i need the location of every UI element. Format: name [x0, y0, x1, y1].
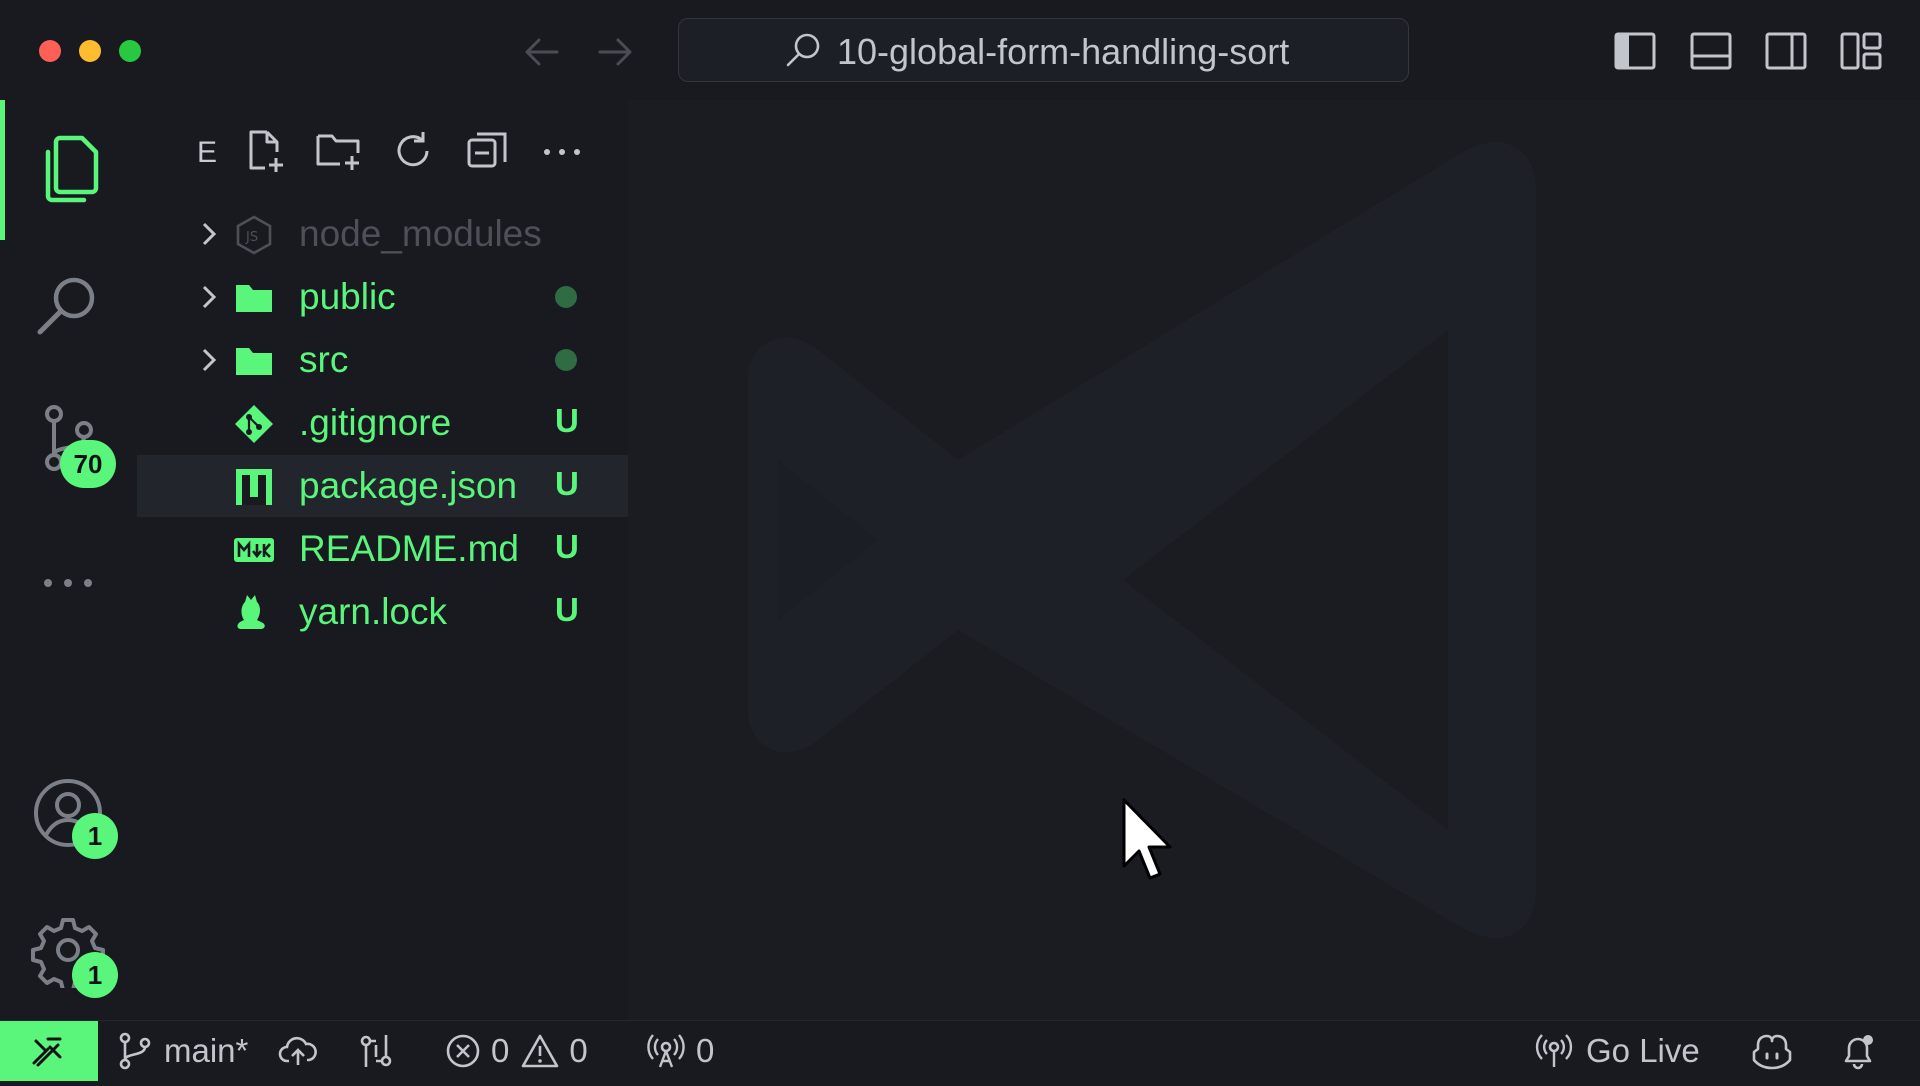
chevron-right-icon	[202, 222, 217, 246]
settings-badge: 1	[72, 952, 118, 998]
copilot-icon	[1752, 1034, 1792, 1070]
more-views-icon[interactable]	[30, 545, 106, 621]
broadcast-icon	[1535, 1034, 1573, 1067]
tree-item-public[interactable]: public	[137, 266, 628, 328]
modified-dot	[555, 349, 577, 371]
accounts-icon[interactable]: 1	[30, 775, 118, 859]
warning-count: 0	[569, 1032, 588, 1069]
new-file-icon[interactable]	[239, 126, 289, 176]
js-folder-icon: JS	[236, 215, 272, 255]
explorer-sidebar: E JS node_modules public src .gitignore …	[137, 100, 628, 1020]
forward-arrow-icon[interactable]	[594, 30, 638, 74]
remote-icon	[32, 1037, 62, 1067]
new-folder-icon[interactable]	[314, 126, 364, 176]
chevron-right-icon	[202, 285, 217, 309]
svg-text:JS: JS	[245, 230, 258, 245]
npm-package-icon	[236, 469, 272, 505]
markdown-icon	[234, 538, 274, 562]
accounts-badge: 1	[72, 813, 118, 859]
tree-item-readme[interactable]: README.md U	[137, 518, 628, 580]
search-icon	[786, 33, 820, 67]
title-bar: 10-global-form-handling-sort	[0, 0, 1920, 100]
close-window-button[interactable]	[39, 40, 61, 62]
file-name: README.md	[299, 528, 519, 569]
branch-indicator[interactable]: main*	[116, 1021, 248, 1081]
maximize-window-button[interactable]	[119, 40, 141, 62]
go-live-button[interactable]: Go Live	[1534, 1021, 1700, 1081]
settings-gear-icon[interactable]: 1	[30, 912, 118, 998]
command-center-search[interactable]: 10-global-form-handling-sort	[678, 18, 1409, 82]
untracked-status: U	[555, 528, 579, 565]
folder-icon	[236, 285, 272, 312]
toggle-panel-icon[interactable]	[1688, 28, 1734, 74]
untracked-status: U	[555, 465, 579, 502]
branch-name: main*	[164, 1032, 249, 1069]
untracked-status: U	[555, 591, 579, 628]
tree-item-package-json[interactable]: package.json U	[137, 455, 628, 517]
refresh-icon[interactable]	[389, 126, 439, 176]
tree-item-gitignore[interactable]: .gitignore U	[137, 392, 628, 454]
notifications-button[interactable]	[1838, 1021, 1878, 1081]
customize-layout-icon[interactable]	[1838, 28, 1884, 74]
yarn-cat-icon	[237, 595, 265, 629]
remote-indicator[interactable]	[0, 1021, 98, 1081]
git-branch-icon	[119, 1032, 151, 1070]
git-icon	[235, 405, 273, 443]
folder-icon	[236, 348, 272, 375]
source-control-icon[interactable]: 70	[30, 400, 116, 488]
error-count: 0	[491, 1032, 510, 1069]
untracked-status: U	[555, 402, 579, 439]
collapse-all-icon[interactable]	[463, 126, 513, 176]
more-actions-icon[interactable]	[537, 126, 587, 176]
publish-branch-button[interactable]	[278, 1021, 318, 1081]
minimize-window-button[interactable]	[79, 40, 101, 62]
cloud-upload-icon	[278, 1036, 317, 1065]
explorer-icon[interactable]	[30, 130, 106, 206]
tree-item-yarn-lock[interactable]: yarn.lock U	[137, 581, 628, 643]
file-name: package.json	[299, 465, 518, 506]
activity-bar: 70 1 1	[0, 100, 137, 1020]
active-indicator	[0, 100, 5, 240]
modified-dot	[555, 286, 577, 308]
ports-indicator[interactable]: 0	[646, 1021, 714, 1081]
broadcast-icon	[647, 1034, 685, 1068]
error-icon	[446, 1034, 480, 1068]
status-bar: main* 0 0 0 Go Live	[0, 1020, 1920, 1081]
editor-area[interactable]	[628, 100, 1920, 1020]
ports-count: 0	[696, 1032, 715, 1069]
file-name: src	[299, 339, 349, 380]
file-name: public	[299, 276, 396, 317]
back-arrow-icon[interactable]	[519, 30, 563, 74]
search-icon[interactable]	[30, 268, 106, 344]
source-control-badge: 70	[60, 440, 116, 488]
file-name: yarn.lock	[299, 591, 448, 632]
warning-icon	[522, 1034, 559, 1068]
file-name: node_modules	[299, 213, 542, 254]
copilot-button[interactable]	[1750, 1021, 1794, 1081]
tree-item-node-modules[interactable]: JS node_modules	[137, 203, 628, 265]
explorer-title: E	[197, 136, 218, 169]
toggle-secondary-sidebar-icon[interactable]	[1763, 28, 1809, 74]
vscode-watermark-icon	[748, 142, 1536, 938]
chevron-right-icon	[202, 348, 217, 372]
git-graph-button[interactable]	[356, 1021, 396, 1081]
tree-item-src[interactable]: src	[137, 329, 628, 391]
toggle-primary-sidebar-icon[interactable]	[1612, 28, 1658, 74]
problems-indicator[interactable]: 0 0	[445, 1021, 588, 1081]
mouse-pointer-icon	[1122, 798, 1172, 880]
go-live-label: Go Live	[1586, 1032, 1700, 1069]
git-compare-icon	[360, 1035, 392, 1067]
search-text: 10-global-form-handling-sort	[837, 31, 1290, 72]
file-name: .gitignore	[299, 402, 452, 443]
bell-icon	[1844, 1035, 1873, 1070]
